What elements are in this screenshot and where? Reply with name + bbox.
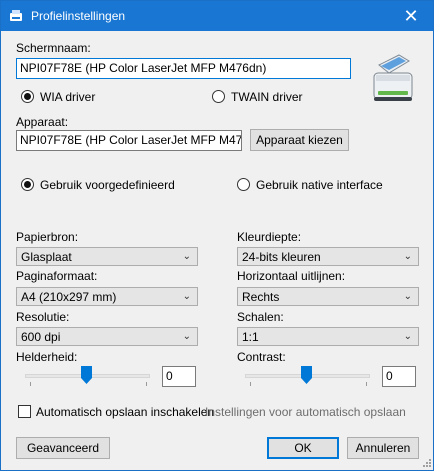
page-size-select[interactable]: A4 (210x297 mm) ⌄ [16, 287, 198, 306]
twain-driver-radio[interactable] [212, 90, 225, 103]
chevron-down-icon: ⌄ [182, 251, 191, 262]
paper-source-value: Glasplaat [21, 250, 72, 264]
brightness-value-input[interactable]: 0 [162, 366, 196, 387]
color-depth-label: Kleurdiepte: [237, 230, 302, 244]
native-interface-label[interactable]: Gebruik native interface [256, 178, 383, 192]
predefined-interface-radio[interactable] [21, 178, 34, 191]
contrast-label: Contrast: [237, 350, 286, 364]
color-depth-value: 24-bits kleuren [242, 250, 321, 264]
scale-select[interactable]: 1:1 ⌄ [237, 327, 419, 346]
dialog-window: Profielinstellingen ✕ Schermnaam: NPI07F… [0, 0, 434, 471]
window-title: Profielinstellingen [31, 9, 126, 23]
chevron-down-icon: ⌄ [182, 291, 191, 302]
autosave-checkbox[interactable] [18, 405, 31, 418]
resolution-value: 600 dpi [21, 330, 61, 344]
contrast-slider-thumb[interactable] [301, 366, 312, 384]
device-field: NPI07F78E (HP Color LaserJet MFP M476dn) [16, 130, 242, 151]
horizontal-align-label: Horizontaal uitlijnen: [237, 269, 346, 283]
native-interface-radio[interactable] [237, 178, 250, 191]
choose-device-button[interactable]: Apparaat kiezen [250, 129, 349, 151]
horizontal-align-select[interactable]: Rechts ⌄ [237, 287, 419, 306]
scanner-settings-icon [10, 10, 22, 21]
resolution-label: Resolutie: [16, 310, 70, 324]
brightness-slider-thumb[interactable] [81, 366, 92, 384]
slider-tick [250, 382, 251, 386]
twain-driver-label[interactable]: TWAIN driver [231, 90, 303, 104]
brightness-label: Helderheid: [16, 350, 78, 364]
scale-label: Schalen: [237, 310, 284, 324]
ok-button[interactable]: OK [267, 437, 339, 459]
predefined-interface-label[interactable]: Gebruik voorgedefinieerd [40, 178, 175, 192]
autosave-label[interactable]: Automatisch opslaan inschakelen [36, 405, 214, 419]
resize-grip-icon[interactable] [421, 457, 431, 467]
page-size-label: Paginaformaat: [16, 269, 98, 283]
advanced-button[interactable]: Geavanceerd [16, 437, 110, 459]
chevron-down-icon: ⌄ [182, 331, 191, 342]
paper-source-label: Papierbron: [16, 230, 79, 244]
autosave-settings-link[interactable]: Instellingen voor automatisch opslaan [205, 405, 406, 419]
slider-tick [30, 382, 31, 386]
device-label: Apparaat: [16, 115, 69, 129]
flatbed-scanner-icon [373, 54, 413, 101]
horizontal-align-value: Rechts [242, 290, 280, 304]
slider-tick [146, 382, 147, 386]
page-size-value: A4 (210x297 mm) [21, 290, 117, 304]
slider-tick [366, 382, 367, 386]
scale-value: 1:1 [242, 330, 259, 344]
chevron-down-icon: ⌄ [403, 251, 412, 262]
cancel-button[interactable]: Annuleren [347, 437, 419, 459]
chevron-down-icon: ⌄ [403, 291, 412, 302]
close-icon[interactable]: ✕ [389, 1, 433, 31]
chevron-down-icon: ⌄ [403, 331, 412, 342]
resolution-select[interactable]: 600 dpi ⌄ [16, 327, 198, 346]
color-depth-select[interactable]: 24-bits kleuren ⌄ [237, 247, 419, 266]
wia-driver-radio[interactable] [21, 90, 34, 103]
title-bar[interactable]: Profielinstellingen ✕ [1, 1, 433, 31]
wia-driver-label[interactable]: WIA driver [40, 90, 95, 104]
contrast-value-input[interactable]: 0 [382, 366, 416, 387]
paper-source-select[interactable]: Glasplaat ⌄ [16, 247, 198, 266]
scanner-name-input[interactable]: NPI07F78E (HP Color LaserJet MFP M476dn) [16, 58, 351, 79]
scanner-name-label: Schermnaam: [16, 41, 91, 55]
